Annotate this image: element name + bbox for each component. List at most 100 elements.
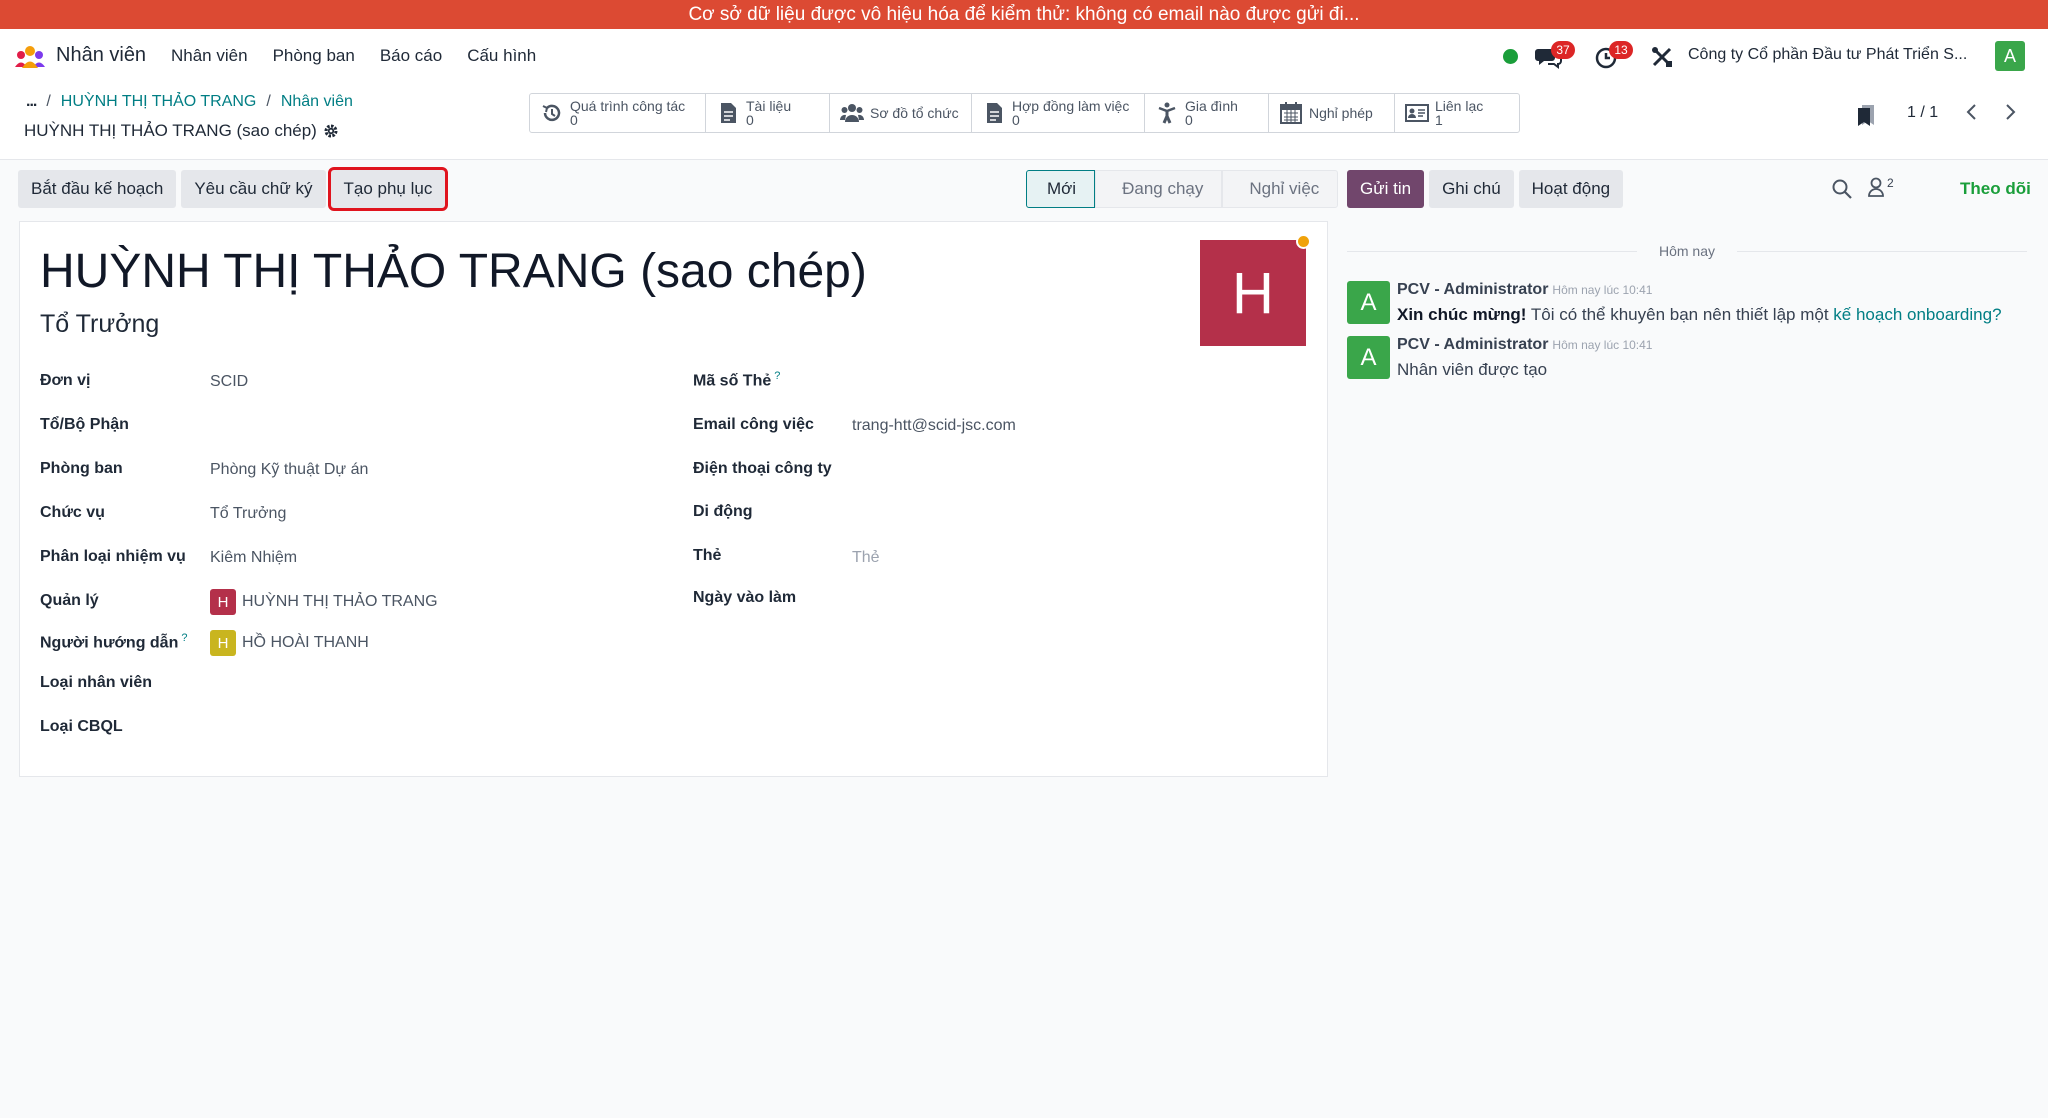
search-icon[interactable] [1831,178,1853,200]
history-icon [542,104,561,122]
followers-count: 2 [1887,176,1894,190]
test-mode-banner: Cơ sở dữ liệu được vô hiệu hóa để kiểm t… [0,0,2048,29]
label-company-phone: Điện thoại công ty [693,460,832,477]
users-icon [840,104,864,122]
request-signature-button[interactable]: Yêu cầu chữ ký [181,170,326,208]
send-message-button[interactable]: Gửi tin [1347,170,1425,208]
start-plan-button[interactable]: Bắt đầu kế hoạch [18,170,177,208]
calendar-icon [1280,102,1302,124]
label-department: Phòng ban [40,460,123,477]
label-tags: Thẻ [693,547,722,564]
menu-item-departments[interactable]: Phòng ban [273,46,355,66]
smart-button-contacts[interactable]: Liên lạc 1 [1395,94,1519,132]
label-employee-type: Loại nhân viên [40,674,153,691]
label-team: Tổ/Bộ Phận [40,416,129,433]
date-separator: Hôm nay [1347,243,2027,259]
presence-status-icon [1503,49,1518,64]
menu-item-configuration[interactable]: Cấu hình [467,46,536,66]
smart-button-documents[interactable]: Tài liệu 0 [706,94,830,132]
message-author[interactable]: PCV - Administrator Hôm nay lúc 10:41 [1397,281,1652,299]
address-card-icon [1405,104,1429,122]
message-author-avatar[interactable]: A [1347,281,1390,324]
help-icon[interactable]: ? [181,632,187,644]
form-actions: Bắt đầu kế hoạch Yêu cầu chữ ký Tạo phụ … [18,167,449,211]
stage-new[interactable]: Mới [1026,170,1096,208]
activity-button[interactable]: Hoạt động [1518,170,1624,208]
debug-tools-icon[interactable] [1648,43,1676,71]
pager-value[interactable]: 1 / 1 [1907,104,1938,122]
log-note-button[interactable]: Ghi chú [1429,170,1514,208]
message-time: Hôm nay lúc 10:41 [1552,283,1653,297]
user-icon [1868,177,1884,197]
chevron-right-icon [2006,104,2016,120]
employee-name[interactable]: HUỲNH THỊ THẢO TRANG (sao chép) [40,244,867,299]
label-unit: Đơn vị [40,372,91,389]
smart-buttons: Quá trình công tác 0 Tài liệu 0 Sơ đồ tổ c… [529,93,1520,133]
menu-item-employees[interactable]: Nhân viên [171,46,248,66]
control-panel: ... / HUỲNH THỊ THẢO TRANG / Nhân viên H… [0,85,2048,160]
label-task-type: Phân loại nhiệm vụ [40,548,186,565]
stage-running[interactable]: Đang chạy [1095,170,1223,208]
app-name[interactable]: Nhân viên [56,44,146,67]
stage-resigned[interactable]: Nghỉ việc [1222,170,1339,208]
breadcrumb-item-employees[interactable]: Nhân viên [281,93,353,111]
label-start-date: Ngày vào làm [693,589,797,606]
employee-form-sheet: HUỲNH THỊ THẢO TRANG (sao chép) Tổ Trưởn… [19,221,1328,777]
breadcrumb-more[interactable]: ... [26,93,37,111]
mentor-avatar: H [210,630,236,656]
bookmark-icon[interactable] [1856,103,1876,127]
main-navbar: Nhân viên Nhân viên Phòng ban Báo cáo Cấ… [0,29,2048,85]
messages-badge: 37 [1551,41,1575,59]
message-body: Nhân viên được tạo [1397,360,1548,379]
follow-button[interactable]: Theo dõi [1960,179,2031,199]
onboarding-plan-link[interactable]: kế hoạch onboarding? [1833,305,2001,324]
pager-next-button[interactable] [1992,95,2028,129]
gear-icon[interactable] [323,123,339,139]
followers-button[interactable]: 2 [1867,176,1894,198]
value-work-email[interactable]: trang-htt@scid-jsc.com [852,417,1016,435]
smart-button-org-chart[interactable]: Sơ đồ tổ chức [830,94,972,132]
smart-button-contracts[interactable]: Hợp đồng làm việc 0 [972,94,1145,132]
smart-button-time-off[interactable]: Nghỉ phép [1269,94,1395,132]
manager-name: HUỲNH THỊ THẢO TRANG [242,593,438,610]
label-card-number: Mã số Thẻ? [693,370,781,390]
main-menu: Nhân viên Phòng ban Báo cáo Cấu hình [171,46,561,66]
contract-icon [987,103,1002,123]
child-icon [1158,102,1176,124]
value-position[interactable]: Tổ Trưởng [210,505,286,523]
user-avatar[interactable]: A [1995,41,2025,71]
chatter-actions: Gửi tin Ghi chú Hoạt động [1347,170,1624,208]
value-mentor[interactable]: H HỒ HOÀI THANH [210,630,369,656]
company-switcher[interactable]: Công ty Cổ phần Đầu tư Phát Triển S... [1688,46,1967,64]
value-unit[interactable]: SCID [210,373,248,391]
help-icon[interactable]: ? [774,370,780,382]
message-body: Xin chúc mừng! Tôi có thể khuyên bạn nên… [1397,305,2002,324]
employee-job-title[interactable]: Tổ Trưởng [40,310,159,339]
label-position: Chức vụ [40,504,105,521]
employee-avatar[interactable]: H [1200,240,1306,346]
message-author-avatar[interactable]: A [1347,336,1390,379]
record-title-text: HUỲNH THỊ THẢO TRANG (sao chép) [24,121,317,140]
breadcrumb-item-employee[interactable]: HUỲNH THỊ THẢO TRANG [61,93,257,111]
document-icon [721,103,736,123]
mentor-name: HỒ HOÀI THANH [242,634,369,651]
tags-input[interactable]: Thẻ [852,549,880,567]
employees-app-icon[interactable] [14,45,46,69]
breadcrumb: ... / HUỲNH THỊ THẢO TRANG / Nhân viên [26,93,353,111]
value-manager[interactable]: H HUỲNH THỊ THẢO TRANG [210,589,438,615]
manager-avatar: H [210,589,236,615]
value-department[interactable]: Phòng Kỹ thuật Dự án [210,461,368,479]
create-appendix-button[interactable]: Tạo phụ lục [327,167,449,211]
label-manager-type: Loại CBQL [40,718,123,735]
chevron-left-icon [1966,104,1976,120]
employee-status-icon [1296,234,1311,249]
message-time: Hôm nay lúc 10:41 [1552,338,1653,352]
smart-button-family[interactable]: Gia đình 0 [1145,94,1269,132]
record-title: HUỲNH THỊ THẢO TRANG (sao chép) [24,121,339,141]
pager-previous-button[interactable] [1954,95,1990,129]
value-task-type[interactable]: Kiêm Nhiệm [210,549,297,567]
menu-item-reports[interactable]: Báo cáo [380,46,442,66]
label-work-email: Email công việc [693,416,814,433]
message-author[interactable]: PCV - Administrator Hôm nay lúc 10:41 [1397,336,1652,354]
smart-button-work-history[interactable]: Quá trình công tác 0 [530,94,706,132]
